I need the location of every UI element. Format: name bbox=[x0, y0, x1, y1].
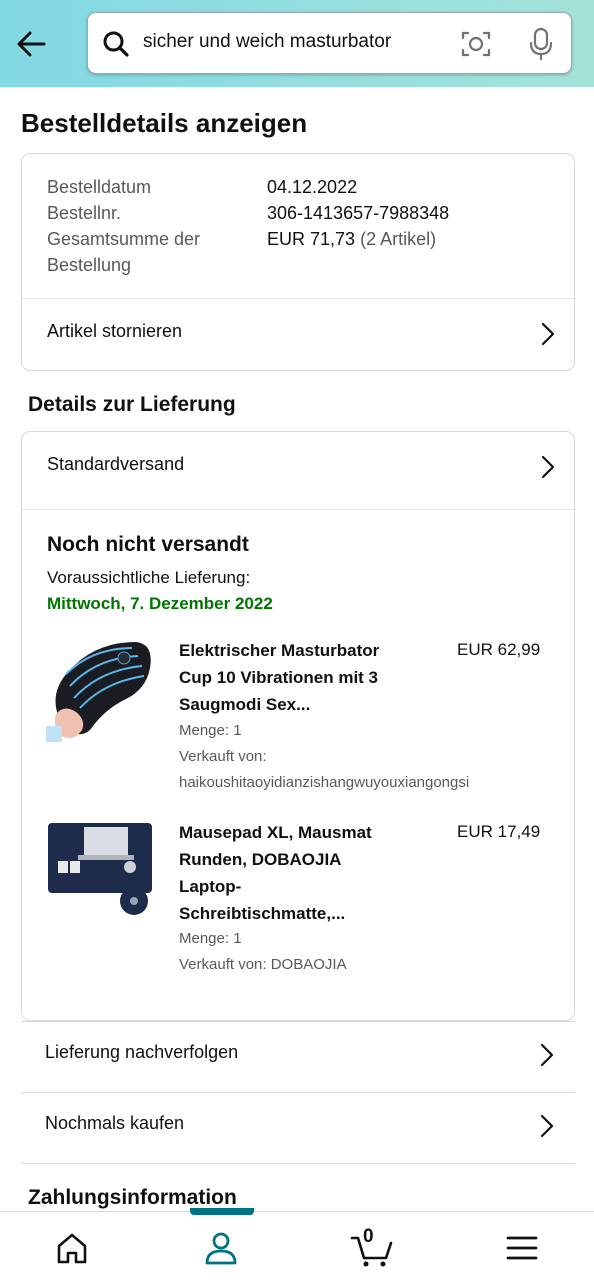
divider bbox=[22, 509, 574, 510]
track-delivery-label: Lieferung nachverfolgen bbox=[45, 1042, 239, 1062]
bottom-navigation: 0 bbox=[0, 1208, 594, 1280]
product-title-line: Mausepad XL, Mausmat bbox=[179, 823, 372, 842]
delivery-card: Standardversand Noch nicht versandt Vora… bbox=[21, 431, 575, 1021]
product-title-line: Saugmodi Sex... bbox=[179, 695, 311, 714]
chevron-right-icon bbox=[541, 322, 555, 346]
seller-label: Verkauft von: bbox=[179, 748, 267, 765]
cancel-items-row[interactable]: Artikel stornieren bbox=[22, 299, 574, 369]
active-tab-indicator bbox=[190, 1208, 254, 1215]
order-summary-card: Bestelldatum 04.12.2022 Bestellnr. 306-1… bbox=[21, 153, 575, 371]
product-title-line: Schreibtischmatte,... bbox=[179, 904, 346, 923]
account-icon bbox=[205, 1232, 237, 1265]
product-image[interactable] bbox=[46, 634, 154, 742]
order-number-label: Bestellnr. bbox=[47, 203, 122, 223]
order-total-label-line2: Bestellung bbox=[47, 255, 132, 275]
top-bar: sicher und weich masturbator bbox=[0, 0, 594, 87]
home-icon bbox=[57, 1233, 87, 1264]
delivery-section-title: Details zur Lieferung bbox=[28, 393, 236, 416]
search-input[interactable]: sicher und weich masturbator bbox=[143, 31, 443, 53]
payment-section-title: Zahlungsinformation bbox=[28, 1186, 237, 1209]
nav-menu[interactable] bbox=[502, 1228, 542, 1268]
nav-account[interactable] bbox=[201, 1228, 241, 1268]
shipment-status: Noch nicht versandt bbox=[47, 533, 249, 556]
product-price: EUR 17,49 bbox=[457, 822, 541, 841]
order-date-label: Bestelldatum bbox=[47, 177, 152, 197]
order-total-amount: EUR 71,73 bbox=[267, 229, 356, 249]
page-title: Bestelldetails anzeigen bbox=[21, 108, 308, 138]
seller-label: Verkauft von: DOBAOJIA bbox=[179, 956, 347, 973]
product-quantity: Menge: 1 bbox=[179, 930, 242, 947]
nav-home[interactable] bbox=[52, 1228, 92, 1268]
shipping-method-label: Standardversand bbox=[47, 454, 185, 474]
chevron-right-icon bbox=[540, 1114, 554, 1138]
search-icon bbox=[103, 31, 129, 57]
microphone-icon[interactable] bbox=[526, 27, 556, 61]
eta-label: Voraussichtliche Lieferung: bbox=[47, 568, 251, 587]
track-delivery-row[interactable]: Lieferung nachverfolgen bbox=[21, 1020, 575, 1090]
product-title-line: Cup 10 Vibrationen mit 3 bbox=[179, 668, 379, 687]
back-button[interactable] bbox=[12, 24, 52, 64]
product-title[interactable]: Elektrischer Masturbator Cup 10 Vibratio… bbox=[179, 637, 429, 718]
product-quantity: Menge: 1 bbox=[179, 722, 242, 739]
cancel-items-label: Artikel stornieren bbox=[47, 321, 183, 341]
chevron-right-icon bbox=[541, 455, 555, 479]
arrow-left-icon bbox=[17, 31, 46, 57]
order-number-value: 306-1413657-7988348 bbox=[267, 203, 450, 223]
order-date-value: 04.12.2022 bbox=[267, 177, 358, 197]
order-total-value: EUR 71,73 (2 Artikel) bbox=[267, 226, 436, 252]
order-total-items: (2 Artikel) bbox=[360, 229, 437, 249]
product-title-line: Elektrischer Masturbator bbox=[179, 641, 380, 660]
divider bbox=[21, 1163, 575, 1164]
order-total-label: Gesamtsumme der Bestellung bbox=[47, 226, 200, 278]
eta-date: Mittwoch, 7. Dezember 2022 bbox=[47, 594, 273, 613]
camera-scan-icon[interactable] bbox=[460, 29, 492, 59]
buy-again-row[interactable]: Nochmals kaufen bbox=[21, 1091, 575, 1161]
menu-icon bbox=[506, 1236, 538, 1260]
buy-again-label: Nochmals kaufen bbox=[45, 1113, 185, 1133]
nav-cart[interactable]: 0 bbox=[350, 1226, 394, 1268]
seller-name: haikoushitaoyidianzishangwuyouxiangongsi bbox=[179, 774, 470, 791]
chevron-right-icon bbox=[540, 1043, 554, 1067]
search-box[interactable]: sicher und weich masturbator bbox=[87, 12, 572, 74]
shipping-method-row[interactable]: Standardversand bbox=[22, 432, 574, 502]
order-total-label-line1: Gesamtsumme der bbox=[47, 229, 201, 249]
cart-count-badge: 0 bbox=[363, 1226, 374, 1247]
product-title-line: Runden, DOBAOJIA bbox=[179, 850, 342, 869]
product-price: EUR 62,99 bbox=[457, 640, 541, 659]
product-image[interactable] bbox=[46, 817, 154, 925]
product-title[interactable]: Mausepad XL, Mausmat Runden, DOBAOJIA La… bbox=[179, 819, 429, 927]
product-title-line: Laptop- bbox=[179, 877, 242, 896]
